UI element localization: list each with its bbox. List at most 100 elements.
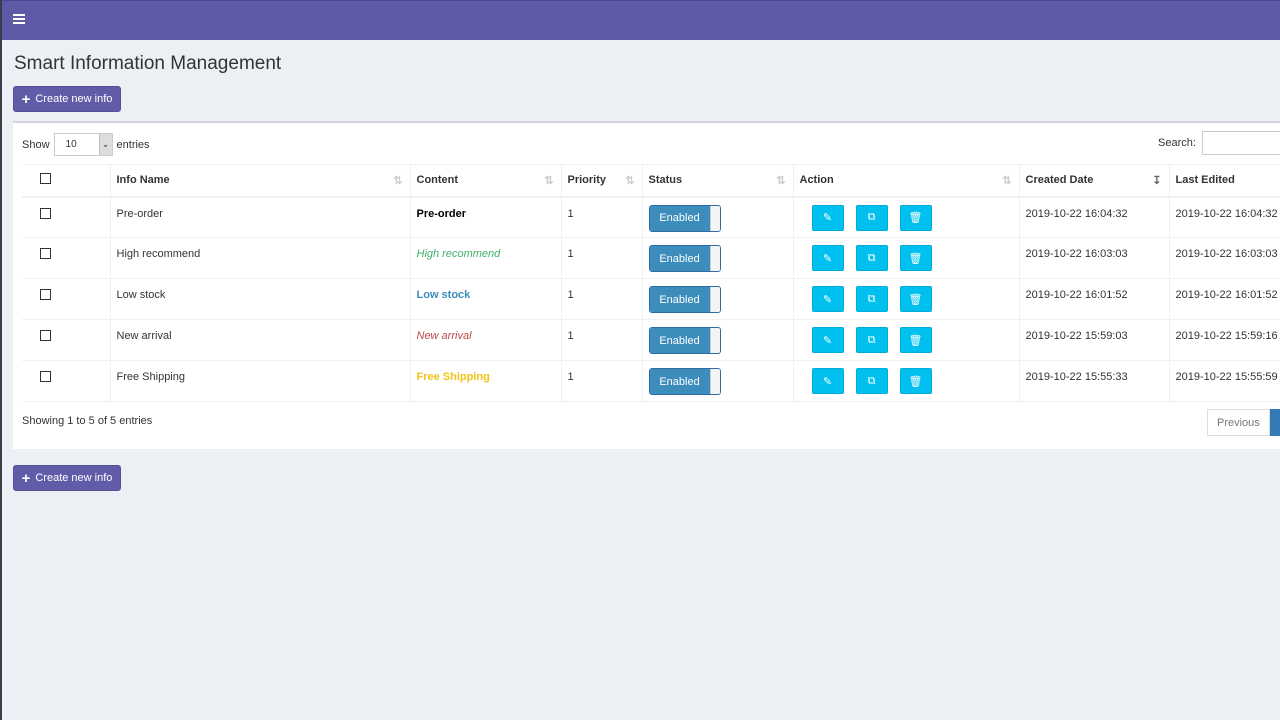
create-new-info-button-bottom[interactable]: + Create new info bbox=[13, 465, 121, 491]
delete-button[interactable]: 🗑︎ bbox=[899, 245, 932, 271]
copy-icon: ⧉ bbox=[867, 374, 876, 387]
copy-button[interactable]: ⧉ bbox=[855, 327, 888, 353]
content: High recommend bbox=[410, 237, 562, 279]
info-name: High recommend bbox=[110, 237, 411, 279]
trash-icon: 🗑︎ bbox=[908, 375, 923, 388]
sort-icon: ⇅ bbox=[776, 175, 786, 187]
info-table-card: Show 10 ⌄ entries Search: Info Name ⇅ Conte… bbox=[13, 121, 1280, 449]
row-checkbox[interactable] bbox=[40, 289, 51, 300]
page-size-select[interactable]: 10 ⌄ bbox=[53, 133, 113, 156]
trash-icon: 🗑︎ bbox=[908, 293, 923, 306]
column-header-created-date[interactable]: Created Date ↧ bbox=[1019, 164, 1170, 198]
last-edited: 2019-10-22 15:55:59 bbox=[1169, 360, 1280, 402]
edit-button[interactable]: ✎ bbox=[811, 327, 844, 353]
sort-icon: ⇅ bbox=[544, 175, 554, 187]
column-header-priority[interactable]: Priority ⇅ bbox=[561, 164, 643, 198]
copy-icon: ⧉ bbox=[867, 333, 876, 346]
page-title: Smart Information Management bbox=[14, 53, 282, 74]
trash-icon: 🗑︎ bbox=[908, 212, 923, 224]
sort-icon: ⇅ bbox=[625, 175, 635, 187]
priority: 1 bbox=[561, 278, 643, 320]
content: New arrival bbox=[410, 319, 562, 361]
last-edited: 2019-10-22 15:59:16 bbox=[1169, 319, 1280, 361]
edit-button[interactable]: ✎ bbox=[811, 286, 844, 312]
search-control: Search: bbox=[1158, 131, 1280, 155]
copy-button[interactable]: ⧉ bbox=[855, 286, 888, 312]
edit-icon: ✎ bbox=[822, 334, 833, 347]
status-toggle[interactable]: Enabled bbox=[648, 327, 721, 354]
content: Pre-order bbox=[410, 196, 562, 238]
delete-button[interactable]: 🗑︎ bbox=[899, 327, 932, 353]
previous-page-button[interactable]: Previous bbox=[1207, 409, 1270, 436]
edit-icon: ✎ bbox=[822, 293, 833, 306]
status-toggle[interactable]: Enabled bbox=[648, 245, 721, 272]
plus-icon: + bbox=[21, 90, 31, 108]
top-navbar bbox=[2, 0, 1280, 40]
copy-button[interactable]: ⧉ bbox=[855, 204, 888, 231]
priority: 1 bbox=[561, 237, 643, 279]
status-toggle[interactable]: Enabled bbox=[648, 204, 721, 232]
table-info: Showing 1 to 5 of 5 entries bbox=[22, 415, 153, 427]
create-new-info-button[interactable]: + Create new info bbox=[13, 86, 121, 112]
info-name: Free Shipping bbox=[110, 360, 411, 402]
sort-icon: ⇅ bbox=[1002, 175, 1012, 187]
table-row: High recommend High recommend 1 Enabled ✎ ⧉ 🗑︎… bbox=[22, 237, 1280, 279]
row-checkbox[interactable] bbox=[40, 371, 51, 382]
hamburger-icon[interactable] bbox=[13, 14, 25, 24]
priority: 1 bbox=[561, 319, 643, 361]
content: Low stock bbox=[410, 278, 562, 320]
page-1-button[interactable]: 1 bbox=[1269, 409, 1280, 436]
edit-icon: ✎ bbox=[822, 252, 833, 265]
copy-icon: ⧉ bbox=[867, 211, 876, 223]
edit-icon: ✎ bbox=[822, 375, 833, 388]
last-edited: 2019-10-22 16:04:32 bbox=[1169, 196, 1280, 238]
created-date: 2019-10-22 16:04:32 bbox=[1019, 196, 1170, 238]
row-checkbox[interactable] bbox=[40, 330, 51, 341]
plus-icon: + bbox=[21, 469, 31, 487]
page-size-control: Show 10 ⌄ entries bbox=[22, 133, 150, 156]
search-input[interactable] bbox=[1201, 131, 1280, 155]
copy-button[interactable]: ⧉ bbox=[855, 245, 888, 271]
last-edited: 2019-10-22 16:03:03 bbox=[1169, 237, 1280, 279]
column-header-status[interactable]: Status ⇅ bbox=[642, 164, 794, 198]
edit-button[interactable]: ✎ bbox=[811, 204, 844, 231]
table-row: New arrival New arrival 1 Enabled ✎ ⧉ 🗑︎ 2019-1… bbox=[22, 319, 1280, 361]
row-checkbox[interactable] bbox=[40, 248, 51, 259]
column-header-content[interactable]: Content ⇅ bbox=[410, 164, 562, 198]
copy-icon: ⧉ bbox=[867, 292, 876, 305]
select-all-checkbox[interactable] bbox=[40, 173, 51, 185]
trash-icon: 🗑︎ bbox=[908, 334, 923, 347]
created-date: 2019-10-22 15:55:33 bbox=[1019, 360, 1170, 402]
chevron-down-icon: ⌄ bbox=[98, 134, 112, 155]
table-row: Low stock Low stock 1 Enabled ✎ ⧉ 🗑︎ 2019-10-22… bbox=[22, 278, 1280, 320]
table-row: Pre-order Pre-order 1 Enabled ✎ ⧉ 🗑︎ 2019-10-22… bbox=[22, 196, 1280, 238]
edit-button[interactable]: ✎ bbox=[811, 368, 844, 394]
pagination: Previous 1 bbox=[1207, 409, 1280, 436]
copy-button[interactable]: ⧉ bbox=[855, 368, 888, 394]
status-toggle[interactable]: Enabled bbox=[648, 368, 721, 395]
delete-button[interactable]: 🗑︎ bbox=[899, 204, 932, 231]
row-checkbox[interactable] bbox=[40, 207, 51, 219]
delete-button[interactable]: 🗑︎ bbox=[899, 368, 932, 394]
created-date: 2019-10-22 16:01:52 bbox=[1019, 278, 1170, 320]
info-name: Pre-order bbox=[110, 196, 411, 238]
select-all-header bbox=[22, 164, 111, 198]
sort-desc-icon: ↧ bbox=[1152, 175, 1162, 187]
info-name: Low stock bbox=[110, 278, 411, 320]
info-name: New arrival bbox=[110, 319, 411, 361]
created-date: 2019-10-22 15:59:03 bbox=[1019, 319, 1170, 361]
column-header-last-edited[interactable]: Last Edited bbox=[1169, 164, 1280, 198]
created-date: 2019-10-22 16:03:03 bbox=[1019, 237, 1170, 279]
status-toggle[interactable]: Enabled bbox=[648, 286, 721, 313]
priority: 1 bbox=[561, 196, 643, 238]
delete-button[interactable]: 🗑︎ bbox=[899, 286, 932, 312]
column-header-info-name[interactable]: Info Name ⇅ bbox=[110, 164, 411, 198]
last-edited: 2019-10-22 16:01:52 bbox=[1169, 278, 1280, 320]
edit-button[interactable]: ✎ bbox=[811, 245, 844, 271]
edit-icon: ✎ bbox=[822, 212, 833, 224]
content: Free Shipping bbox=[410, 360, 562, 402]
column-header-action[interactable]: Action ⇅ bbox=[793, 164, 1020, 198]
priority: 1 bbox=[561, 360, 643, 402]
table-row: Free Shipping Free Shipping 1 Enabled ✎ ⧉ 🗑︎ 20… bbox=[22, 360, 1280, 402]
info-table: Info Name ⇅ Content ⇅ Priority ⇅ Status ⇅ Action… bbox=[22, 164, 1280, 402]
